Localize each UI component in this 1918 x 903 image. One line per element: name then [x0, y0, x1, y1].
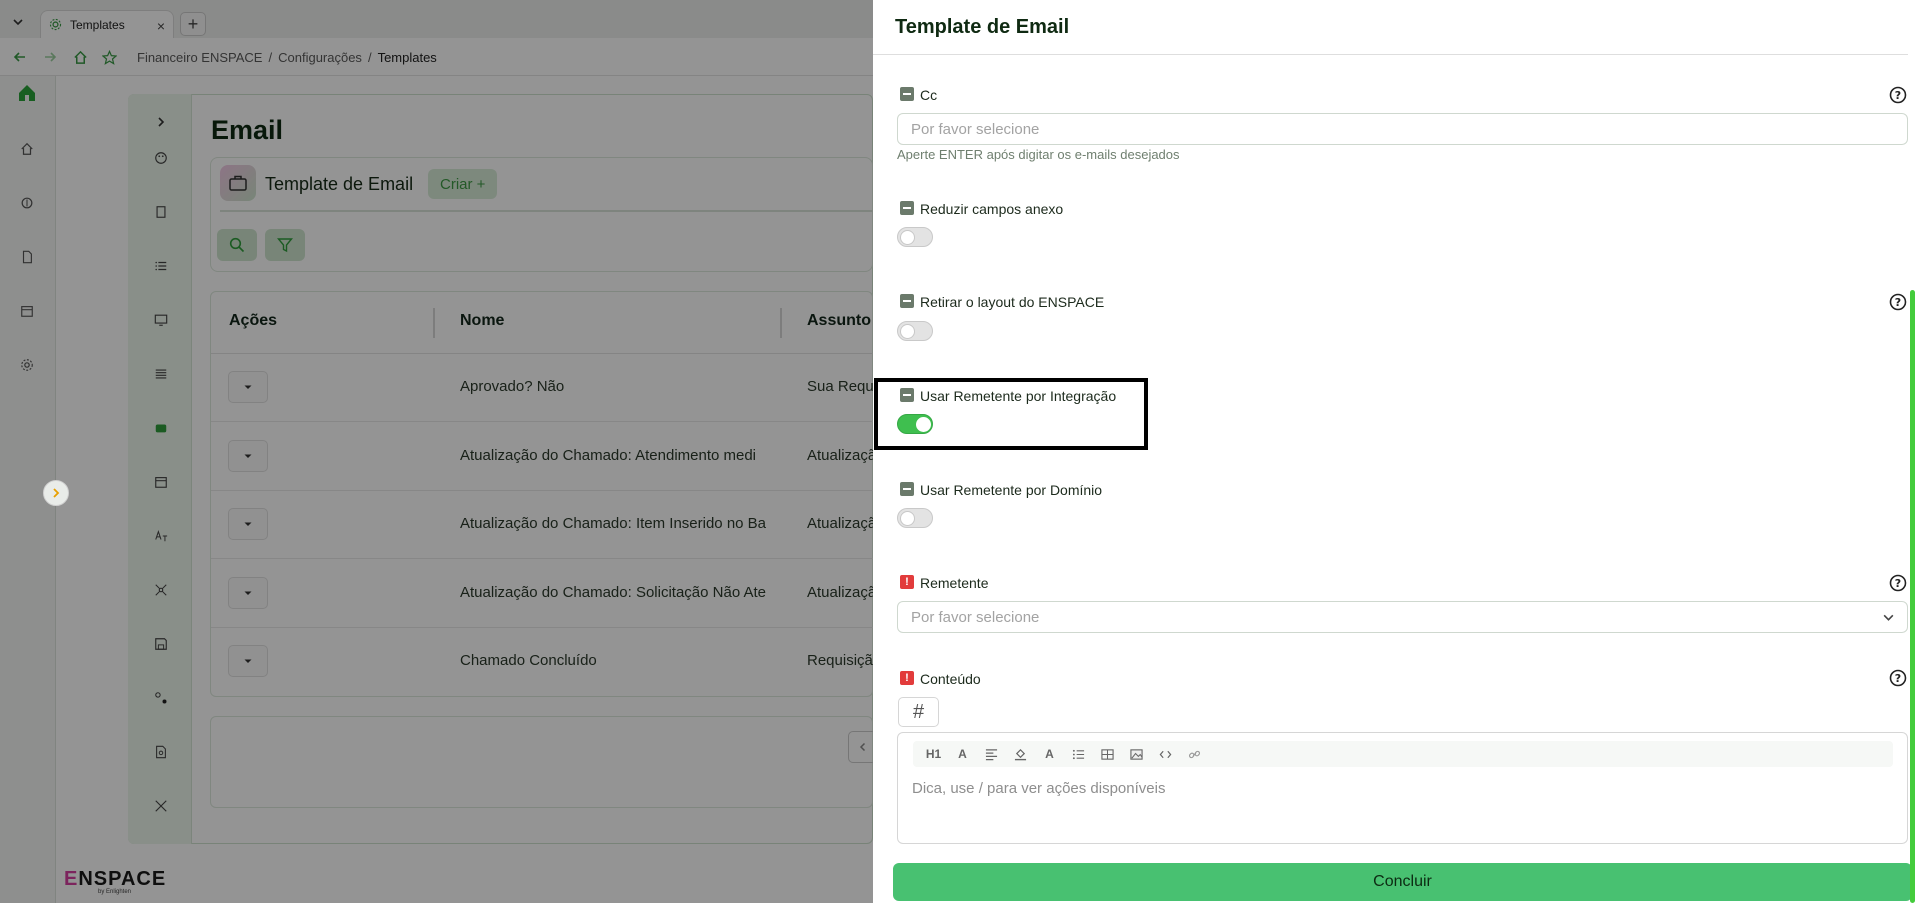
table-icon[interactable] [1099, 746, 1116, 763]
modal-backdrop[interactable] [0, 0, 873, 903]
text-align-icon[interactable] [983, 746, 1000, 763]
remove-layout-toggle[interactable] [897, 321, 933, 341]
sender-select-placeholder: Por favor selecione [911, 608, 1040, 626]
editor-placeholder: Dica, use / para ver ações disponíveis [912, 780, 1166, 797]
optional-field-icon [900, 294, 914, 308]
remove-layout-label: Retirar o layout do ENSPACE [920, 294, 1105, 310]
drawer-title: Template de Email [895, 16, 1070, 38]
cc-label: Cc [920, 87, 938, 103]
svg-text:?: ? [1895, 296, 1901, 309]
sender-integration-toggle[interactable] [897, 414, 933, 434]
heading-h1-button[interactable]: H1 [925, 746, 942, 763]
help-circle-icon[interactable]: ? [1889, 574, 1907, 592]
hashtag-variable-icon[interactable]: # [898, 697, 939, 727]
fill-color-bucket-icon[interactable] [1012, 746, 1029, 763]
svg-text:?: ? [1895, 577, 1901, 590]
content-label: Conteúdo [920, 671, 981, 687]
sender-domain-label: Usar Remetente por Domínio [920, 482, 1103, 498]
text-color-button[interactable]: A [1041, 746, 1058, 763]
sender-integration-label: Usar Remetente por Integração [920, 388, 1117, 404]
font-size-button[interactable]: A [954, 746, 971, 763]
bullet-list-icon[interactable] [1070, 746, 1087, 763]
cc-input[interactable] [897, 113, 1908, 145]
svg-text:?: ? [1895, 89, 1901, 102]
optional-field-icon [900, 482, 914, 496]
reduce-attachments-toggle[interactable] [897, 227, 933, 247]
reduce-attachments-label: Reduzir campos anexo [920, 201, 1064, 217]
cc-hint: Aperte ENTER após digitar os e-mails des… [897, 147, 1180, 162]
help-circle-icon[interactable]: ? [1889, 293, 1907, 311]
required-field-icon: ! [900, 671, 914, 685]
optional-field-icon [900, 87, 914, 101]
sender-domain-toggle[interactable] [897, 508, 933, 528]
sender-label: Remetente [920, 575, 989, 591]
svg-text:?: ? [1895, 672, 1901, 685]
sidebar-expand-chevron-icon[interactable] [43, 480, 69, 506]
required-field-icon: ! [900, 575, 914, 589]
drawer-divider [873, 54, 1908, 55]
sender-select[interactable]: Por favor selecione [897, 601, 1908, 633]
submit-button[interactable]: Concluir [893, 863, 1912, 901]
image-icon[interactable] [1128, 746, 1145, 763]
code-icon[interactable] [1157, 746, 1174, 763]
drawer-scrollbar[interactable] [1910, 290, 1915, 903]
chevron-down-icon [1882, 611, 1895, 624]
link-icon[interactable] [1186, 746, 1203, 763]
help-circle-icon[interactable]: ? [1889, 669, 1907, 687]
editor-toolbar: H1 A A [913, 741, 1893, 767]
optional-field-icon [900, 388, 914, 402]
help-circle-icon[interactable]: ? [1889, 86, 1907, 104]
optional-field-icon [900, 201, 914, 215]
